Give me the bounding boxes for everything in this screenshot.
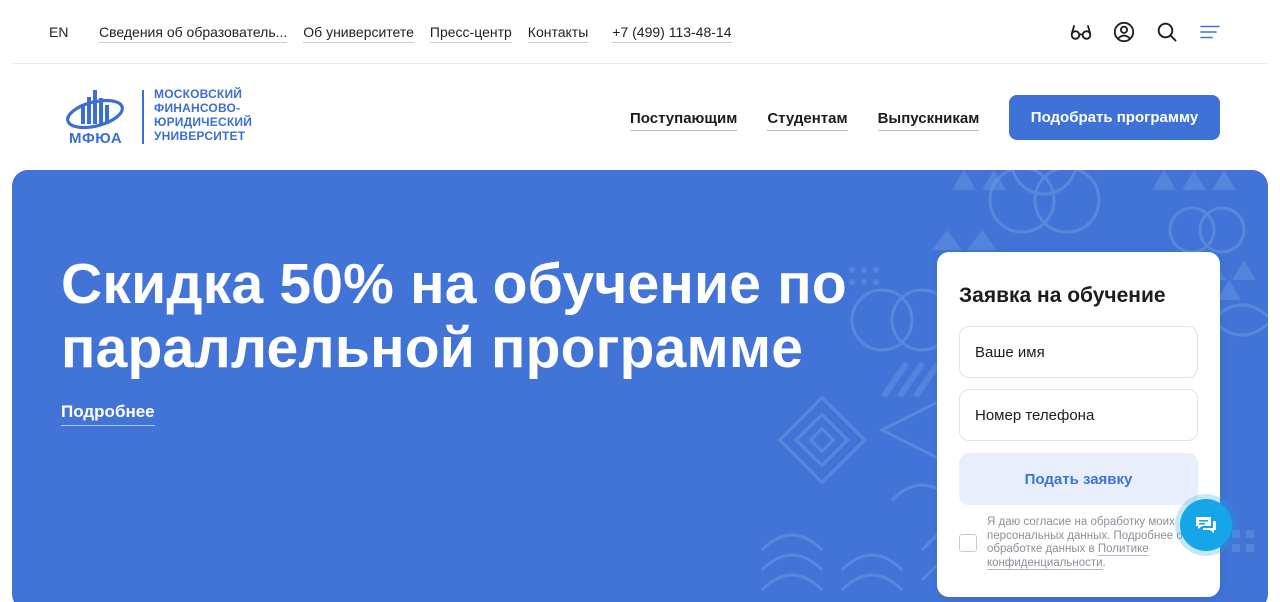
hero-title-line: параллельной программе: [61, 316, 804, 380]
hero-title-line: Скидка 50% на обучение по: [61, 252, 847, 316]
consent-text-body: Я даю согласие на обработку моих персона…: [987, 516, 1190, 555]
form-title: Заявка на обучение: [959, 284, 1166, 307]
main-nav: Поступающим Студентам Выпускникам: [630, 110, 1009, 131]
top-nav-about[interactable]: Об университете: [303, 24, 414, 43]
top-icons: [1050, 20, 1222, 44]
consent-text: Я даю согласие на обработку моих персона…: [987, 516, 1202, 570]
chat-icon: [1196, 517, 1216, 533]
chat-button[interactable]: [1180, 499, 1232, 551]
nav-graduates[interactable]: Выпускникам: [877, 110, 980, 131]
logo-name-line: ФИНАНСОВО-: [154, 101, 241, 115]
user-icon[interactable]: [1112, 20, 1136, 44]
name-input[interactable]: [959, 326, 1198, 378]
phone-input[interactable]: [959, 389, 1198, 441]
hero-title: Скидка 50% на обучение по параллельной п…: [61, 252, 961, 380]
language-switch[interactable]: EN: [49, 24, 68, 40]
university-logo[interactable]: МФЮА МОСКОВСКИЙ ФИНАНСОВО- ЮРИДИЧЕСКИЙ У…: [64, 86, 274, 147]
header-divider: [12, 63, 1268, 64]
consent-checkbox[interactable]: [959, 534, 977, 552]
consent-text-end: .: [1102, 556, 1106, 569]
top-nav-education-info[interactable]: Сведения об образователь...: [99, 24, 288, 43]
logo-name-line: МОСКОВСКИЙ: [154, 87, 243, 101]
search-icon[interactable]: [1155, 20, 1179, 44]
nav-students[interactable]: Студентам: [767, 110, 848, 131]
logo-name-line: УНИВЕРСИТЕТ: [154, 129, 246, 143]
nav-applicants[interactable]: Поступающим: [630, 110, 738, 131]
application-form: Заявка на обучение Подать заявку Я даю с…: [937, 252, 1220, 597]
logo-full-name: МОСКОВСКИЙ ФИНАНСОВО- ЮРИДИЧЕСКИЙ УНИВЕР…: [154, 87, 252, 143]
top-nav: Сведения об образователь... Об университ…: [99, 24, 732, 43]
top-nav-press[interactable]: Пресс-центр: [429, 24, 512, 43]
top-nav-contacts[interactable]: Контакты: [527, 24, 589, 43]
phone-link[interactable]: +7 (499) 113-48-14: [612, 24, 732, 43]
top-bar: EN Сведения об образователь... Об универ…: [0, 0, 1280, 64]
submit-button[interactable]: Подать заявку: [959, 453, 1198, 505]
logo-abbreviation: МФЮА: [69, 130, 123, 147]
logo-name-line: ЮРИДИЧЕСКИЙ: [154, 115, 253, 129]
menu-icon[interactable]: [1198, 20, 1222, 44]
glasses-icon[interactable]: [1069, 20, 1093, 44]
choose-program-button[interactable]: Подобрать программу: [1009, 95, 1220, 140]
logo-divider: [142, 90, 144, 144]
more-link[interactable]: Подробнее: [61, 402, 155, 426]
